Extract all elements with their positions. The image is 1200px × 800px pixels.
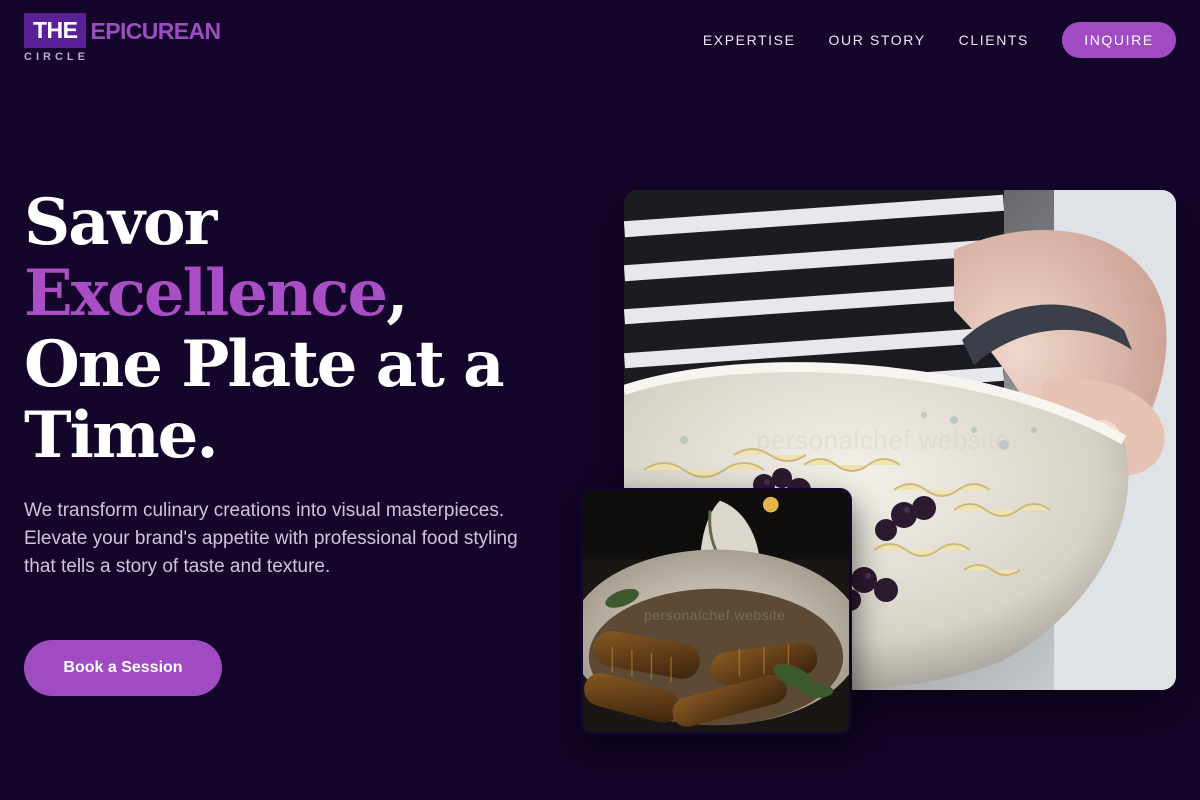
main-nav: EXPERTISE OUR STORY CLIENTS INQUIRE: [703, 22, 1176, 58]
nav-link-clients[interactable]: CLIENTS: [959, 22, 1029, 58]
headline-comma: ,: [386, 256, 408, 331]
logo-wordmark: THE EPICUREAN: [24, 13, 221, 48]
brand-logo[interactable]: THE EPICUREAN CIRCLE: [24, 13, 221, 64]
logo-name: EPICUREAN: [90, 17, 222, 44]
inquire-button[interactable]: INQUIRE: [1062, 22, 1176, 58]
hero-photo-roasted-corn: personalchef.website: [580, 488, 852, 735]
book-session-button[interactable]: Book a Session: [24, 640, 222, 696]
hero-headline: Savor Excellence, One Plate at a Time.: [24, 187, 584, 471]
headline-line-3: One Plate at a: [24, 327, 505, 402]
hero-description: We transform culinary creations into vis…: [24, 500, 518, 577]
nav-link-our-story[interactable]: OUR STORY: [829, 22, 926, 58]
logo-tagline: CIRCLE: [24, 51, 89, 63]
logo-the: THE: [24, 13, 86, 48]
headline-line-4: Time.: [24, 398, 219, 473]
headline-line-1: Savor: [24, 185, 217, 260]
main-photo-watermark: personalchef.website: [756, 425, 1011, 455]
small-photo-watermark: personalchef.website: [644, 607, 786, 623]
nav-link-expertise[interactable]: EXPERTISE: [703, 22, 796, 58]
headline-accent: Excellence: [24, 256, 388, 331]
